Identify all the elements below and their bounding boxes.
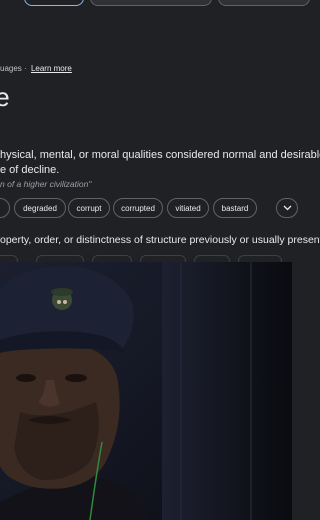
synonym-chip-label: corrupted <box>121 203 155 213</box>
search-tab-pill[interactable] <box>90 0 212 6</box>
synonym-chip[interactable]: vitiated <box>167 198 209 218</box>
languages-prefix: uages <box>0 64 22 73</box>
synonym-chip[interactable]: corrupted <box>113 198 163 218</box>
synonym-chip[interactable]: degraded <box>14 198 66 218</box>
person-silhouette <box>0 266 150 520</box>
synonym-chip[interactable]: bastard <box>213 198 257 218</box>
definition-1-line-1: hysical, mental, or moral qualities cons… <box>0 149 320 161</box>
search-tab-pill[interactable] <box>218 0 310 6</box>
languages-separator: · <box>24 64 27 73</box>
search-tab-pill[interactable] <box>24 0 84 6</box>
synonym-chip-label: corrupt <box>76 203 102 213</box>
synonym-chip-label: vitiated <box>175 203 201 213</box>
learn-more-link[interactable]: Learn more <box>31 64 72 73</box>
synonym-chip[interactable]: corrupt <box>68 198 110 218</box>
synonym-chip-label: degraded <box>23 203 57 213</box>
headword: te <box>0 82 10 112</box>
definition-2: operty, order, or distinctness of struct… <box>0 234 320 246</box>
synonym-chip-label: bastard <box>221 203 249 213</box>
languages-line: uages · Learn more <box>0 64 72 73</box>
expand-synonyms-button[interactable] <box>276 198 298 218</box>
webcam-overlay <box>0 262 292 520</box>
definition-example: n of a higher civilization" <box>0 179 92 189</box>
definition-1: hysical, mental, or moral qualities cons… <box>0 148 320 178</box>
chevron-down-icon <box>283 205 291 211</box>
synonym-chips: degraded corrupt corrupted vitiated bast… <box>0 198 298 220</box>
definition-1-line-2: e of decline. <box>0 164 60 176</box>
synonym-chip-partial[interactable] <box>0 198 10 218</box>
